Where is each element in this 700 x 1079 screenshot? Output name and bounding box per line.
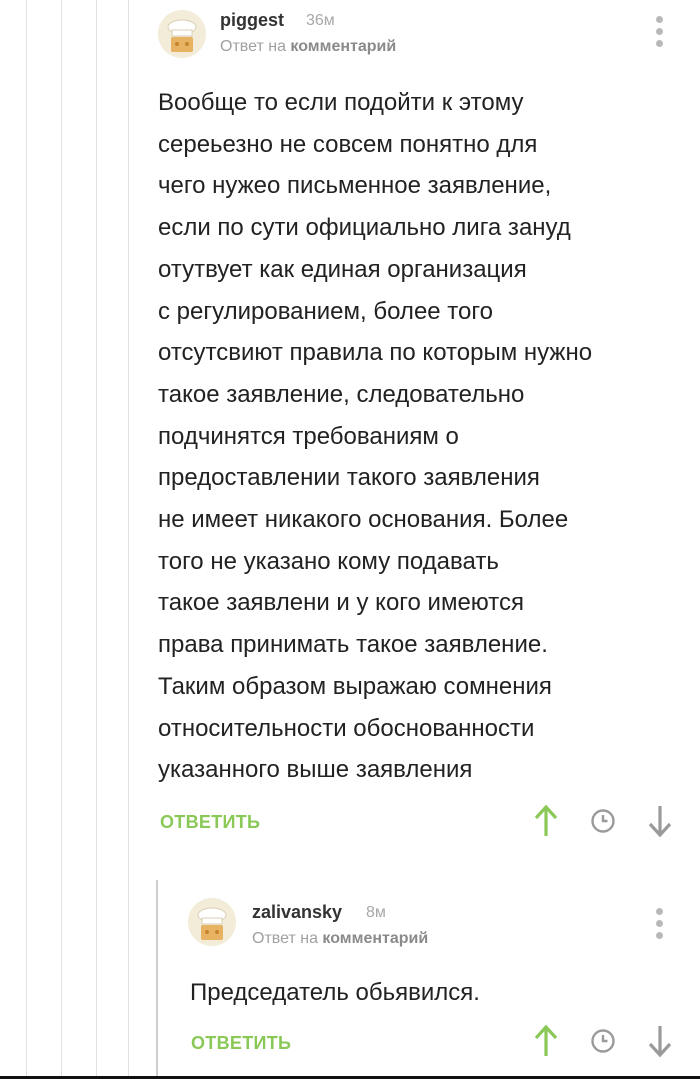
comment-time[interactable]: 8м (366, 904, 386, 922)
reply-button[interactable]: ОТВЕТИТЬ (191, 1033, 291, 1054)
reply-prefix: Ответ на (252, 930, 318, 947)
thread-line (61, 0, 62, 1079)
arrow-down-icon[interactable] (646, 804, 674, 838)
thread-line (128, 0, 129, 1079)
clock-icon[interactable] (590, 808, 616, 834)
comment-text: Вообще то если подойти к этому сереьезно… (158, 89, 593, 784)
chef-avatar-icon (188, 898, 236, 946)
arrow-up-icon[interactable] (532, 1024, 560, 1058)
reply-button[interactable]: ОТВЕТИТЬ (160, 812, 260, 833)
avatar[interactable] (158, 10, 206, 58)
avatar[interactable] (188, 898, 236, 946)
comment-time[interactable]: 36м (306, 12, 335, 30)
thread-collapse-line[interactable] (156, 880, 158, 1076)
author-name[interactable]: zalivansky (252, 902, 342, 923)
thread-line (26, 0, 27, 1079)
reply-prefix: Ответ на (220, 38, 286, 55)
reply-to-line: Ответ на комментарий (220, 38, 396, 56)
comment-text: Председатель обьявился. (190, 979, 480, 1006)
more-vertical-icon[interactable] (654, 908, 664, 942)
reply-target-link[interactable]: комментарий (322, 930, 428, 947)
more-vertical-icon[interactable] (654, 16, 664, 50)
reply-target-link[interactable]: комментарий (290, 38, 396, 55)
author-name[interactable]: piggest (220, 10, 284, 31)
thread-line (96, 0, 97, 1079)
reply-to-line: Ответ на комментарий (252, 930, 428, 948)
chef-avatar-icon (158, 10, 206, 58)
clock-icon[interactable] (590, 1028, 616, 1054)
arrow-up-icon[interactable] (532, 804, 560, 838)
arrow-down-icon[interactable] (646, 1024, 674, 1058)
